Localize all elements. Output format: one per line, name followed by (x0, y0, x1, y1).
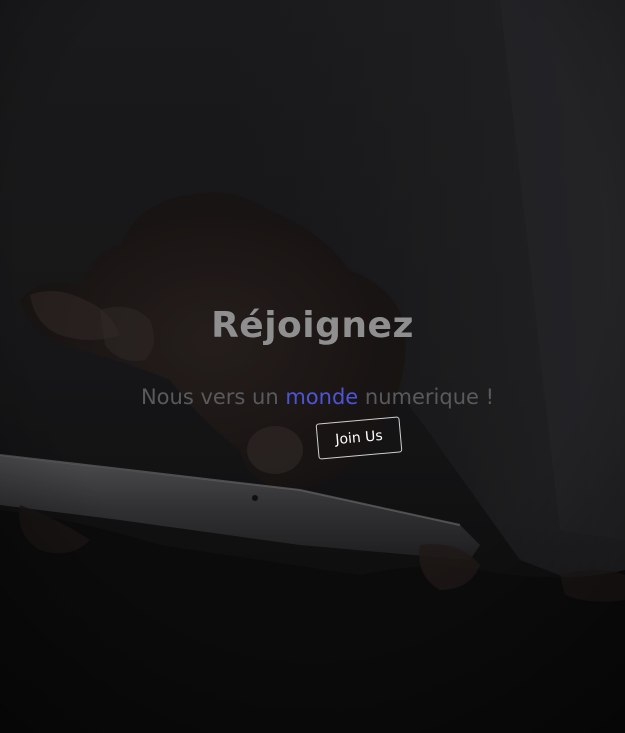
hero-subtitle: Nous vers un monde numerique ! (0, 385, 625, 409)
hero-section: Réjoignez Nous vers un monde numerique !… (0, 0, 625, 733)
subtitle-text-after: numerique ! (358, 385, 495, 409)
hero-title: Réjoignez (211, 305, 414, 346)
hero-content: Réjoignez Nous vers un monde numerique !… (0, 0, 625, 733)
subtitle-highlight: monde (285, 385, 359, 409)
join-us-button[interactable]: Join Us (315, 416, 403, 460)
subtitle-text-before: Nous vers un (140, 385, 286, 409)
